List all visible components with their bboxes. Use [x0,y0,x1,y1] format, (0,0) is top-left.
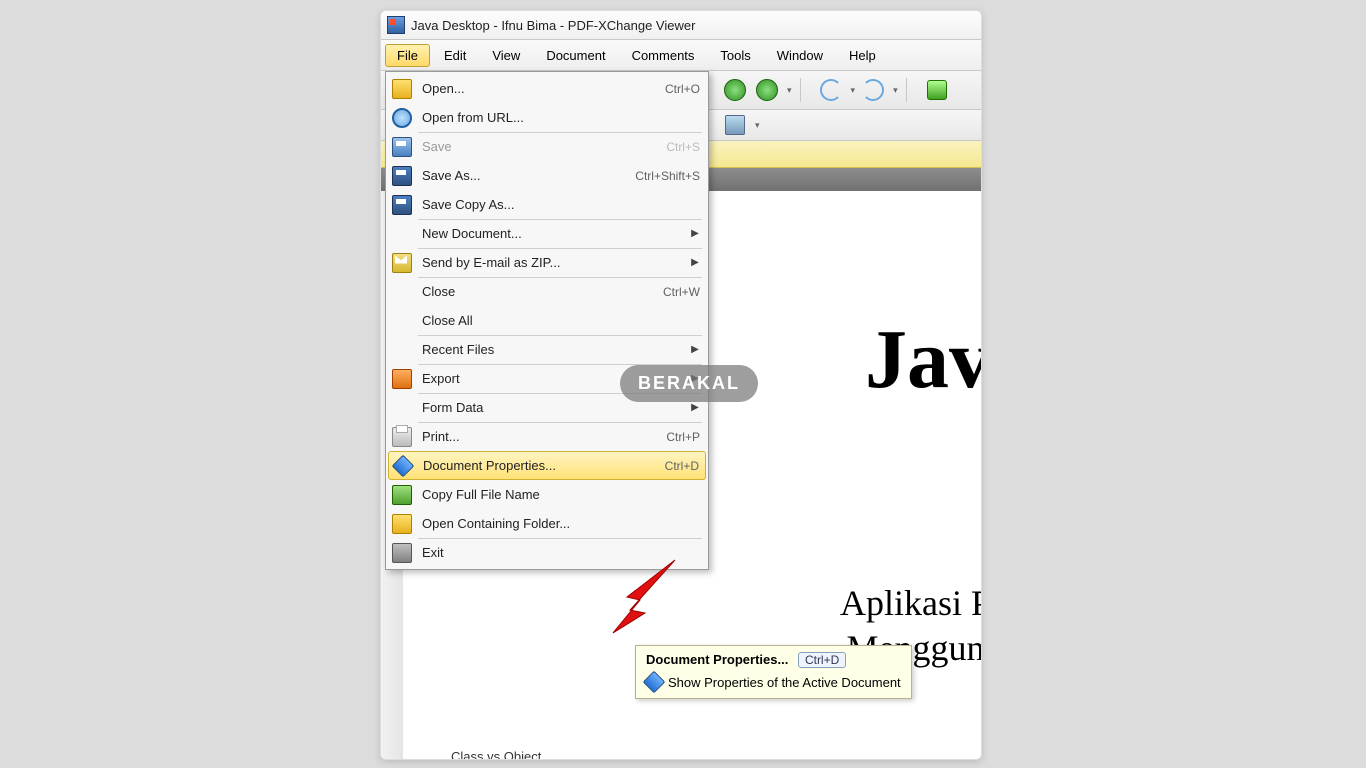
edit-tool-button[interactable] [721,111,749,139]
nav-forward-button[interactable] [753,76,781,104]
menu-item-label: Save [422,139,658,154]
subtitle-line1: Aplikasi P [840,583,982,623]
submenu-arrow-icon: ▶ [690,402,700,413]
menu-item-shortcut: Ctrl+S [666,140,700,154]
menu-item-label: Send by E-mail as ZIP... [422,255,682,270]
menu-item-email_zip[interactable]: Send by E-mail as ZIP... ▶ [388,248,706,277]
menu-bar: File Edit View Document Comments Tools W… [381,40,981,71]
copyname-icon [390,483,414,507]
save-icon [390,135,414,159]
menu-item-save_copy[interactable]: Save Copy As... [388,190,706,219]
pencil-icon [725,115,745,135]
menu-item-label: Open... [422,81,657,96]
obscured-bookmark-text: Class vs Object [451,749,541,760]
submenu-arrow-icon: ▶ [690,228,700,239]
dropdown-arrow-icon[interactable]: ▾ [851,85,856,96]
blank-icon [390,280,414,304]
refresh-icon [927,80,947,100]
globe-icon [390,106,414,130]
tooltip-shortcut: Ctrl+D [798,652,846,668]
menu-item-label: Document Properties... [423,458,657,473]
watermark-badge: BERAKAL [620,365,758,402]
menu-item-shortcut: Ctrl+O [665,82,700,96]
menu-item-label: Copy Full File Name [422,487,700,502]
menu-tools[interactable]: Tools [708,44,762,67]
menu-item-doc_props[interactable]: Document Properties... Ctrl+D [388,451,706,480]
undo-button[interactable] [817,76,845,104]
undo-icon [820,79,842,101]
window-title: Java Desktop - Ifnu Bima - PDF-XChange V… [411,18,695,33]
menu-item-close[interactable]: Close Ctrl+W [388,277,706,306]
menu-item-label: Open from URL... [422,110,700,125]
menu-file[interactable]: File [385,44,430,67]
menu-item-shortcut: Ctrl+D [665,459,699,473]
menu-item-label: Print... [422,429,658,444]
menu-edit[interactable]: Edit [432,44,478,67]
menu-item-label: New Document... [422,226,682,241]
menu-item-close_all[interactable]: Close All [388,306,706,335]
menu-item-label: Exit [422,545,700,560]
menu-window[interactable]: Window [765,44,835,67]
exit-icon [390,541,414,565]
openfolder-icon [390,512,414,536]
folder-icon [390,77,414,101]
dropdown-arrow-icon[interactable]: ▾ [787,85,792,96]
menu-item-print[interactable]: Print... Ctrl+P [388,422,706,451]
menu-document[interactable]: Document [534,44,617,67]
menu-item-open_folder[interactable]: Open Containing Folder... [388,509,706,538]
blank-icon [390,222,414,246]
menu-item-label: Save As... [422,168,627,183]
back-icon [724,79,746,101]
print-icon [390,425,414,449]
export-icon [390,367,414,391]
menu-item-shortcut: Ctrl+Shift+S [635,169,700,183]
tooltip-description: Show Properties of the Active Document [668,675,901,690]
properties-icon [643,671,666,694]
blank-icon [390,396,414,420]
redo-button[interactable] [859,76,887,104]
refresh-button[interactable] [923,76,951,104]
saveas-icon [390,164,414,188]
menu-item-label: Open Containing Folder... [422,516,700,531]
menu-item-recent[interactable]: Recent Files ▶ [388,335,706,364]
menu-item-label: Close All [422,313,700,328]
submenu-arrow-icon: ▶ [690,257,700,268]
blank-icon [390,309,414,333]
menu-item-open_url[interactable]: Open from URL... [388,103,706,132]
menu-item-shortcut: Ctrl+W [663,285,700,299]
title-bar: Java Desktop - Ifnu Bima - PDF-XChange V… [381,11,981,40]
menu-item-copy_name[interactable]: Copy Full File Name [388,480,706,509]
menu-item-label: Close [422,284,655,299]
mail-icon [390,251,414,275]
menu-comments[interactable]: Comments [620,44,707,67]
submenu-arrow-icon: ▶ [690,344,700,355]
menu-item-exit[interactable]: Exit [388,538,706,567]
document-heading: Jav [865,311,982,408]
file-menu-dropdown: Open...Ctrl+OOpen from URL...SaveCtrl+SS… [385,71,709,570]
menu-item-save_as[interactable]: Save As... Ctrl+Shift+S [388,161,706,190]
blank-icon [390,338,414,362]
forward-icon [756,79,778,101]
menu-view[interactable]: View [480,44,532,67]
menu-help[interactable]: Help [837,44,888,67]
menu-item-label: Form Data [422,400,682,415]
menu-item-new_doc[interactable]: New Document... ▶ [388,219,706,248]
menu-item-label: Save Copy As... [422,197,700,212]
dropdown-arrow-icon[interactable]: ▾ [893,85,898,96]
props-icon [391,454,415,478]
menu-item-save[interactable]: Save Ctrl+S [388,132,706,161]
menu-item-open[interactable]: Open... Ctrl+O [388,74,706,103]
saveas-icon [390,193,414,217]
menu-item-shortcut: Ctrl+P [666,430,700,444]
redo-icon [862,79,884,101]
app-icon [387,16,405,34]
nav-back-button[interactable] [721,76,749,104]
dropdown-arrow-icon[interactable]: ▾ [755,120,760,131]
tooltip: Document Properties... Ctrl+D Show Prope… [635,645,912,699]
tooltip-title: Document Properties... [646,652,788,667]
menu-item-label: Recent Files [422,342,682,357]
